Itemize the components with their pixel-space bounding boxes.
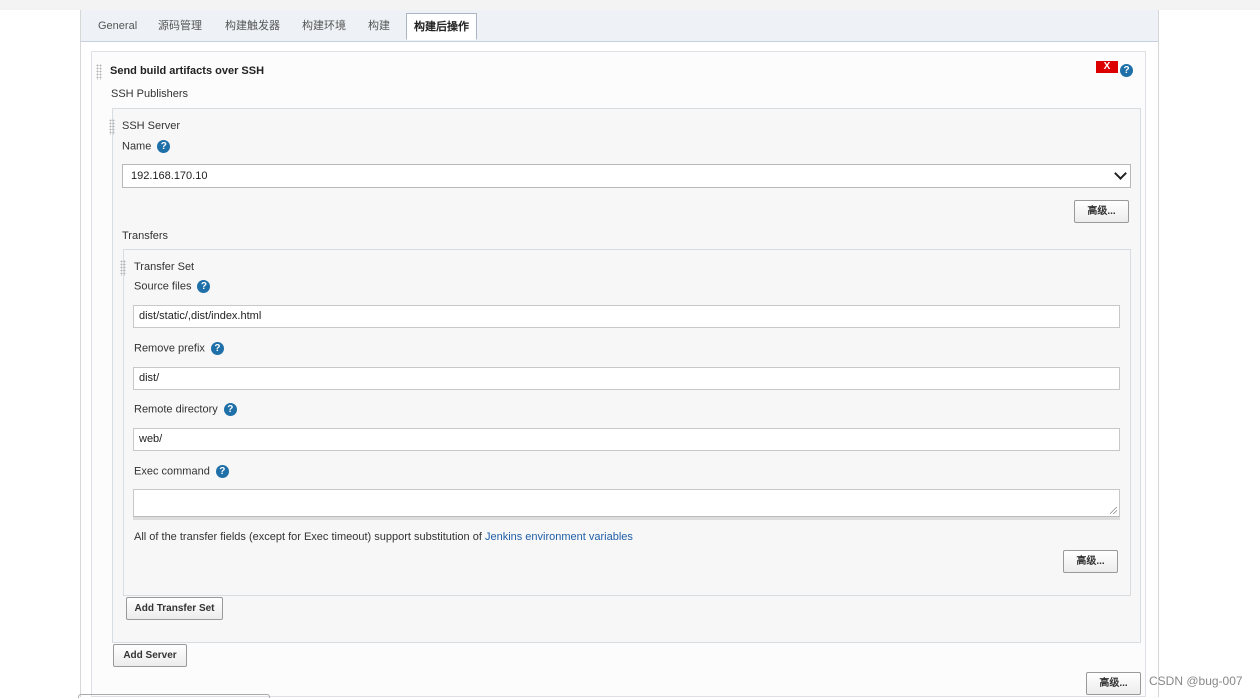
textarea-drag-bar[interactable] (133, 516, 1120, 520)
section-advanced-button[interactable]: 高级... (1086, 672, 1141, 695)
remote-directory-label-text: Remote directory (134, 403, 218, 416)
help-icon[interactable]: ? (197, 280, 211, 293)
watermark: CSDN @bug-007 (1149, 674, 1243, 688)
drag-handle[interactable] (96, 64, 102, 80)
tab-general[interactable]: General (98, 17, 137, 35)
add-server-button[interactable]: Add Server (113, 644, 187, 667)
help-icon[interactable]: ? (210, 342, 224, 355)
help-icon[interactable]: ? (223, 403, 237, 416)
transfer-set-box: Transfer Set Source files? dist/static/,… (120, 249, 1131, 596)
drag-handle[interactable] (120, 260, 126, 276)
tab-build[interactable]: 构建 (368, 17, 390, 35)
ssh-server-box: SSH Server Name? 192.168.170.10 高级... Tr… (109, 108, 1141, 643)
config-page: General 源码管理 构建触发器 构建环境 构建 构建后操作 Send bu… (80, 10, 1159, 697)
source-files-label-text: Source files (134, 280, 192, 293)
server-advanced-button[interactable]: 高级... (1074, 200, 1129, 223)
transfers-label: Transfers (122, 230, 169, 242)
exec-command-label: Exec command? (134, 465, 229, 478)
bottom-tab-edge (78, 694, 270, 698)
delete-section-button[interactable]: X (1096, 61, 1118, 73)
tab-post-build-actions[interactable]: 构建后操作 (406, 13, 477, 40)
help-icon[interactable]: ? (1120, 64, 1133, 77)
remove-prefix-label: Remove prefix? (134, 342, 224, 355)
exec-command-label-text: Exec command (134, 465, 210, 478)
remove-prefix-label-text: Remove prefix (134, 342, 205, 355)
transfer-set-title: Transfer Set (134, 261, 195, 273)
remove-prefix-input[interactable]: dist/ (133, 367, 1120, 390)
tab-scm[interactable]: 源码管理 (158, 17, 202, 35)
add-transfer-set-button[interactable]: Add Transfer Set (126, 597, 223, 620)
ssh-server-title: SSH Server (122, 120, 181, 132)
tab-build-environment[interactable]: 构建环境 (302, 17, 346, 35)
jenkins-env-vars-link[interactable]: Jenkins environment variables (485, 531, 633, 543)
remote-directory-input[interactable]: web/ (133, 428, 1120, 451)
server-name-value: 192.168.170.10 (131, 170, 208, 182)
ssh-publish-section: Send build artifacts over SSH X ? SSH Pu… (91, 51, 1146, 697)
server-name-label-text: Name (122, 140, 152, 153)
tab-build-triggers[interactable]: 构建触发器 (225, 17, 280, 35)
chevron-down-icon (1114, 167, 1127, 180)
substitution-note-text: All of the transfer fields (except for E… (134, 531, 485, 543)
help-icon[interactable]: ? (215, 465, 229, 478)
exec-command-textarea[interactable] (133, 489, 1120, 517)
config-tab-bar: General 源码管理 构建触发器 构建环境 构建 构建后操作 (81, 10, 1158, 42)
remote-directory-label: Remote directory? (134, 403, 237, 416)
section-title: Send build artifacts over SSH (110, 65, 265, 77)
resize-grip-icon[interactable] (1110, 507, 1117, 514)
drag-handle[interactable] (109, 119, 115, 135)
transfer-advanced-button[interactable]: 高级... (1063, 550, 1118, 573)
source-files-input[interactable]: dist/static/,dist/index.html (133, 305, 1120, 328)
browser-top-strip (0, 0, 1260, 10)
server-name-label: Name? (122, 140, 171, 153)
source-files-label: Source files? (134, 280, 211, 293)
help-icon[interactable]: ? (157, 140, 171, 153)
server-name-select[interactable]: 192.168.170.10 (122, 164, 1131, 188)
substitution-note: All of the transfer fields (except for E… (134, 531, 633, 543)
ssh-publishers-label: SSH Publishers (111, 88, 189, 100)
